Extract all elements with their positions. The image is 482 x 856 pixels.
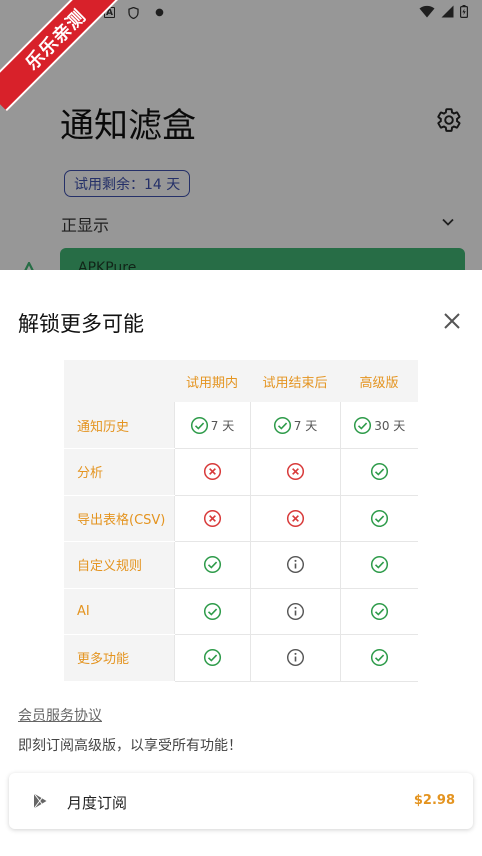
feature-cell	[339, 495, 419, 542]
feature-cell-text: 7 天	[293, 418, 318, 433]
feature-cell-content	[341, 648, 419, 667]
table-row: AI	[64, 588, 418, 635]
feature-cell	[173, 588, 250, 635]
feature-cell-content	[175, 602, 250, 621]
table-row: 自定义规则	[64, 541, 419, 589]
feature-cell	[249, 495, 340, 542]
membership-agreement-link[interactable]: 会员服务协议	[18, 705, 102, 725]
check-circle-icon	[353, 416, 372, 435]
feature-cell-text: 7 天	[210, 418, 235, 433]
feature-cell-content: 30 天	[341, 416, 419, 435]
column-header-premium: 高级版	[340, 360, 418, 402]
feature-cell-content	[175, 462, 250, 481]
feature-cell-content	[341, 555, 419, 574]
feature-cell: 7 天	[249, 402, 340, 449]
feature-cell	[339, 448, 419, 496]
sheet-title: 解锁更多可能	[18, 312, 144, 336]
feature-cell-content	[175, 555, 250, 574]
feature-cell-content	[251, 602, 340, 621]
info-circle-icon	[286, 648, 305, 667]
table-header-corner	[64, 360, 174, 402]
table-header-row: 试用期内 试用结束后 高级版	[64, 360, 418, 402]
feature-cell: 30 天	[339, 402, 419, 449]
feature-cell	[249, 634, 340, 682]
close-icon[interactable]	[440, 309, 464, 333]
feature-cell	[173, 448, 250, 496]
feature-cell-content	[175, 648, 250, 667]
feature-cell	[173, 541, 250, 589]
check-circle-icon	[370, 648, 389, 667]
check-circle-icon	[370, 555, 389, 574]
info-circle-icon	[286, 602, 305, 621]
feature-cell	[249, 541, 340, 589]
table-row: 导出表格(CSV)	[64, 495, 418, 542]
feature-cell	[339, 541, 419, 589]
feature-cell-content	[251, 648, 340, 667]
check-circle-icon	[273, 416, 292, 435]
feature-cell-content	[341, 462, 419, 481]
feature-name: 分析	[64, 448, 174, 496]
feature-name: AI	[64, 588, 174, 635]
table-row: 通知历史 7 天 7 天 30 天	[64, 402, 418, 449]
cross-circle-icon	[286, 509, 305, 528]
feature-name: 自定义规则	[64, 541, 174, 589]
feature-cell	[339, 588, 419, 635]
feature-name: 更多功能	[64, 634, 174, 682]
feature-cell-content	[341, 602, 419, 621]
feature-cell-content: 7 天	[175, 416, 250, 435]
upgrade-bottom-sheet: 解锁更多可能 试用期内 试用结束后 高级版 通知历史 7 天 7 天 30 天分析 导出…	[0, 270, 482, 856]
plan-price: $2.98	[413, 793, 455, 808]
cross-circle-icon	[286, 462, 305, 481]
feature-name: 导出表格(CSV)	[64, 495, 174, 542]
feature-cell	[173, 634, 250, 682]
feature-cell-content	[251, 509, 340, 528]
feature-cell: 7 天	[173, 402, 250, 449]
column-header-after-trial: 试用结束后	[250, 360, 340, 402]
feature-cell-content	[175, 509, 250, 528]
check-circle-icon	[203, 602, 222, 621]
feature-name: 通知历史	[64, 402, 174, 449]
check-circle-icon	[190, 416, 209, 435]
check-circle-icon	[370, 462, 389, 481]
plan-name: 月度订阅	[67, 794, 128, 812]
check-circle-icon	[203, 555, 222, 574]
feature-comparison-table: 试用期内 试用结束后 高级版 通知历史 7 天 7 天 30 天分析 导出表格(CSV)…	[64, 360, 418, 682]
cross-circle-icon	[203, 509, 222, 528]
feature-cell-content	[251, 555, 340, 574]
feature-cell	[249, 588, 340, 635]
cross-circle-icon	[203, 462, 222, 481]
feature-cell-content	[341, 509, 419, 528]
check-circle-icon	[370, 602, 389, 621]
feature-cell-text: 30 天	[374, 418, 406, 433]
feature-cell	[173, 495, 250, 542]
feature-cell	[249, 448, 340, 496]
monthly-plan-card[interactable]: 月度订阅 $2.98	[9, 773, 473, 829]
table-row: 分析	[64, 448, 419, 496]
subscribe-hint: 即刻订阅高级版，以享受所有功能！	[18, 738, 242, 754]
table-row: 更多功能	[64, 634, 419, 682]
check-circle-icon	[203, 648, 222, 667]
info-circle-icon	[286, 555, 305, 574]
column-header-trial: 试用期内	[174, 360, 250, 402]
feature-cell	[339, 634, 419, 682]
play-store-icon	[33, 793, 47, 809]
feature-cell-content	[251, 462, 340, 481]
feature-cell-content: 7 天	[251, 416, 340, 435]
check-circle-icon	[370, 509, 389, 528]
